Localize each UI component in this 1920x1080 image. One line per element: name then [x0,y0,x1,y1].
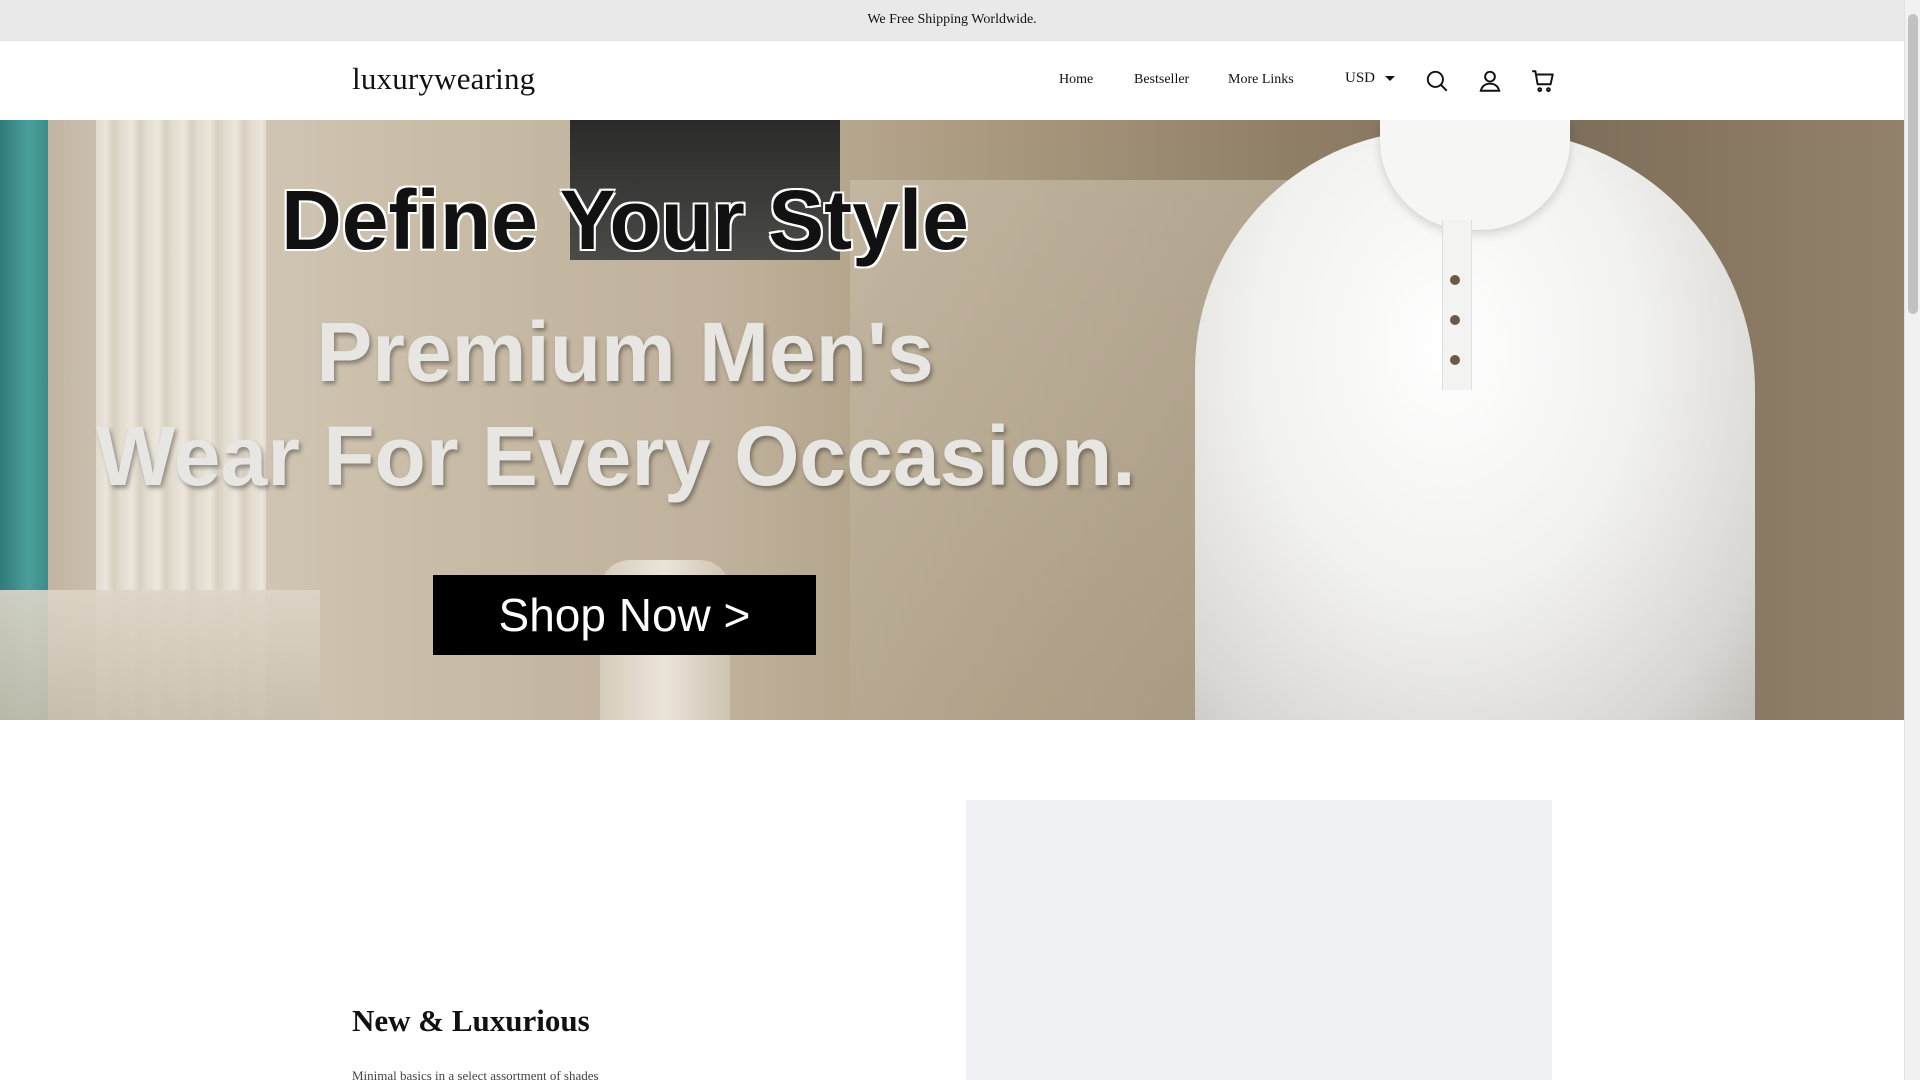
feature-image-placeholder[interactable] [966,800,1552,1080]
caret-down-icon [1385,76,1396,81]
announcement-bar: We Free Shipping Worldwide. [0,0,1904,40]
nav-bestseller[interactable]: Bestseller [1134,72,1189,88]
nav-home[interactable]: Home [1059,72,1093,88]
currency-label: USD [1345,70,1376,86]
search-icon[interactable] [1424,68,1450,94]
announcement-text: We Free Shipping Worldwide. [867,12,1037,27]
hero-banner[interactable]: Define Your Style Premium Men's Wear For… [0,120,1904,720]
site-header: luxurywearing Home Bestseller More Links… [0,40,1904,120]
hero-background-pedestal [0,590,320,720]
account-icon[interactable] [1477,68,1503,94]
shirt-button [1450,275,1460,285]
feature-subtitle: Minimal basics in a select assortment of… [352,1068,599,1080]
feature-title: New & Luxurious [352,1003,590,1038]
scrollbar-thumb[interactable] [1908,14,1918,314]
nav-more-links[interactable]: More Links [1228,72,1294,88]
hero-subline-2: Wear For Every Occasion. [96,409,1136,503]
shirt-button [1450,315,1460,325]
store-logo[interactable]: luxurywearing [352,61,535,97]
cart-icon[interactable] [1530,68,1556,94]
shop-now-button[interactable]: Shop Now > [433,575,816,655]
hero-subline-1: Premium Men's [316,305,934,399]
currency-selector[interactable]: USD [1345,70,1396,87]
hero-headline: Define Your Style [281,173,969,267]
page-scrollbar[interactable] [1904,0,1920,1080]
shirt-button [1450,355,1460,365]
